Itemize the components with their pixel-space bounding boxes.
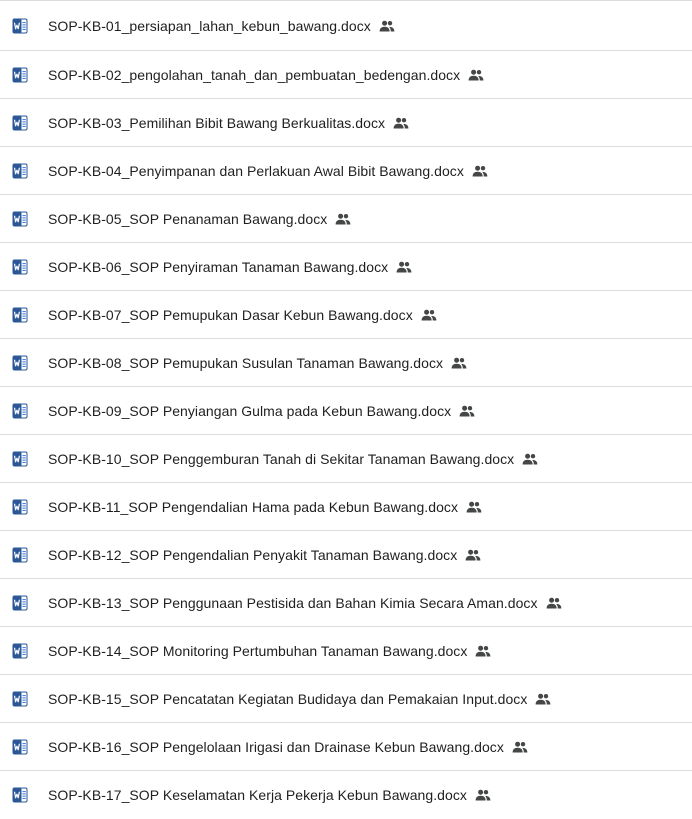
file-row-12[interactable]: SOP-KB-12_SOP Pengendalian Penyakit Tana… <box>0 531 692 579</box>
shared-people-icon <box>472 162 488 176</box>
file-name[interactable]: SOP-KB-06_SOP Penyiraman Tanaman Bawang.… <box>48 257 412 277</box>
shared-people-icon <box>546 594 562 608</box>
file-name[interactable]: SOP-KB-02_pengolahan_tanah_dan_pembuatan… <box>48 65 484 85</box>
file-list: SOP-KB-01_persiapan_lahan_kebun_bawang.d… <box>0 0 692 818</box>
file-name-text[interactable]: SOP-KB-07_SOP Pemupukan Dasar Kebun Bawa… <box>48 307 413 323</box>
word-document-icon <box>12 691 28 707</box>
file-name-text[interactable]: SOP-KB-10_SOP Penggemburan Tanah di Seki… <box>48 451 514 467</box>
file-name[interactable]: SOP-KB-17_SOP Keselamatan Kerja Pekerja … <box>48 785 491 805</box>
shared-people-icon <box>468 66 484 80</box>
shared-people-icon <box>393 114 409 128</box>
file-name[interactable]: SOP-KB-04_Penyimpanan dan Perlakuan Awal… <box>48 161 488 181</box>
file-row-09[interactable]: SOP-KB-09_SOP Penyiangan Gulma pada Kebu… <box>0 387 692 435</box>
file-name[interactable]: SOP-KB-03_Pemilihan Bibit Bawang Berkual… <box>48 113 409 133</box>
file-name[interactable]: SOP-KB-10_SOP Penggemburan Tanah di Seki… <box>48 449 538 469</box>
shared-people-icon <box>522 450 538 464</box>
file-name-text[interactable]: SOP-KB-09_SOP Penyiangan Gulma pada Kebu… <box>48 403 451 419</box>
file-name-text[interactable]: SOP-KB-13_SOP Penggunaan Pestisida dan B… <box>48 595 538 611</box>
file-row-06[interactable]: SOP-KB-06_SOP Penyiraman Tanaman Bawang.… <box>0 243 692 291</box>
file-row-03[interactable]: SOP-KB-03_Pemilihan Bibit Bawang Berkual… <box>0 99 692 147</box>
file-name[interactable]: SOP-KB-16_SOP Pengelolaan Irigasi dan Dr… <box>48 737 528 757</box>
file-name-text[interactable]: SOP-KB-15_SOP Pencatatan Kegiatan Budida… <box>48 691 527 707</box>
file-name[interactable]: SOP-KB-13_SOP Penggunaan Pestisida dan B… <box>48 593 562 613</box>
file-name-text[interactable]: SOP-KB-12_SOP Pengendalian Penyakit Tana… <box>48 547 457 563</box>
word-document-icon <box>12 451 28 467</box>
file-name-text[interactable]: SOP-KB-14_SOP Monitoring Pertumbuhan Tan… <box>48 643 467 659</box>
shared-people-icon <box>535 690 551 704</box>
word-document-icon <box>12 739 28 755</box>
file-row-04[interactable]: SOP-KB-04_Penyimpanan dan Perlakuan Awal… <box>0 147 692 195</box>
word-document-icon <box>12 499 28 515</box>
shared-people-icon <box>465 546 481 560</box>
file-row-08[interactable]: SOP-KB-08_SOP Pemupukan Susulan Tanaman … <box>0 339 692 387</box>
file-name[interactable]: SOP-KB-09_SOP Penyiangan Gulma pada Kebu… <box>48 401 475 421</box>
word-document-icon <box>12 355 28 371</box>
shared-people-icon <box>466 498 482 512</box>
word-document-icon <box>12 547 28 563</box>
word-document-icon <box>12 18 28 34</box>
shared-people-icon <box>451 354 467 368</box>
shared-people-icon <box>396 258 412 272</box>
file-row-07[interactable]: SOP-KB-07_SOP Pemupukan Dasar Kebun Bawa… <box>0 291 692 339</box>
file-name-text[interactable]: SOP-KB-16_SOP Pengelolaan Irigasi dan Dr… <box>48 739 504 755</box>
shared-people-icon <box>459 402 475 416</box>
file-row-10[interactable]: SOP-KB-10_SOP Penggemburan Tanah di Seki… <box>0 435 692 483</box>
file-name[interactable]: SOP-KB-14_SOP Monitoring Pertumbuhan Tan… <box>48 641 491 661</box>
file-row-05[interactable]: SOP-KB-05_SOP Penanaman Bawang.docx <box>0 195 692 243</box>
file-name[interactable]: SOP-KB-01_persiapan_lahan_kebun_bawang.d… <box>48 16 395 36</box>
word-document-icon <box>12 643 28 659</box>
word-document-icon <box>12 115 28 131</box>
shared-people-icon <box>379 17 395 31</box>
file-row-01[interactable]: SOP-KB-01_persiapan_lahan_kebun_bawang.d… <box>0 0 692 51</box>
file-name[interactable]: SOP-KB-08_SOP Pemupukan Susulan Tanaman … <box>48 353 467 373</box>
word-document-icon <box>12 787 28 803</box>
file-name[interactable]: SOP-KB-15_SOP Pencatatan Kegiatan Budida… <box>48 689 551 709</box>
shared-people-icon <box>475 786 491 801</box>
word-document-icon <box>12 163 28 179</box>
file-name-text[interactable]: SOP-KB-05_SOP Penanaman Bawang.docx <box>48 211 327 227</box>
file-row-17[interactable]: SOP-KB-17_SOP Keselamatan Kerja Pekerja … <box>0 771 692 819</box>
word-document-icon <box>12 67 28 83</box>
shared-people-icon <box>421 306 437 320</box>
word-document-icon <box>12 259 28 275</box>
file-name[interactable]: SOP-KB-05_SOP Penanaman Bawang.docx <box>48 209 351 229</box>
word-document-icon <box>12 211 28 227</box>
file-row-14[interactable]: SOP-KB-14_SOP Monitoring Pertumbuhan Tan… <box>0 627 692 675</box>
word-document-icon <box>12 307 28 323</box>
shared-people-icon <box>335 210 351 224</box>
file-name-text[interactable]: SOP-KB-06_SOP Penyiraman Tanaman Bawang.… <box>48 259 388 275</box>
file-row-15[interactable]: SOP-KB-15_SOP Pencatatan Kegiatan Budida… <box>0 675 692 723</box>
file-name-text[interactable]: SOP-KB-03_Pemilihan Bibit Bawang Berkual… <box>48 115 385 131</box>
file-row-13[interactable]: SOP-KB-13_SOP Penggunaan Pestisida dan B… <box>0 579 692 627</box>
file-name-text[interactable]: SOP-KB-11_SOP Pengendalian Hama pada Keb… <box>48 499 458 515</box>
file-row-16[interactable]: SOP-KB-16_SOP Pengelolaan Irigasi dan Dr… <box>0 723 692 771</box>
file-name[interactable]: SOP-KB-11_SOP Pengendalian Hama pada Keb… <box>48 497 482 517</box>
file-name[interactable]: SOP-KB-12_SOP Pengendalian Penyakit Tana… <box>48 545 481 565</box>
file-name-text[interactable]: SOP-KB-08_SOP Pemupukan Susulan Tanaman … <box>48 355 443 371</box>
file-name-text[interactable]: SOP-KB-02_pengolahan_tanah_dan_pembuatan… <box>48 67 460 83</box>
word-document-icon <box>12 595 28 611</box>
file-name[interactable]: SOP-KB-07_SOP Pemupukan Dasar Kebun Bawa… <box>48 305 437 325</box>
shared-people-icon <box>475 642 491 656</box>
file-row-02[interactable]: SOP-KB-02_pengolahan_tanah_dan_pembuatan… <box>0 51 692 99</box>
shared-people-icon <box>512 738 528 752</box>
file-row-11[interactable]: SOP-KB-11_SOP Pengendalian Hama pada Keb… <box>0 483 692 531</box>
file-name-text[interactable]: SOP-KB-04_Penyimpanan dan Perlakuan Awal… <box>48 163 464 179</box>
file-name-text[interactable]: SOP-KB-17_SOP Keselamatan Kerja Pekerja … <box>48 787 467 803</box>
file-name-text[interactable]: SOP-KB-01_persiapan_lahan_kebun_bawang.d… <box>48 18 371 34</box>
word-document-icon <box>12 403 28 419</box>
